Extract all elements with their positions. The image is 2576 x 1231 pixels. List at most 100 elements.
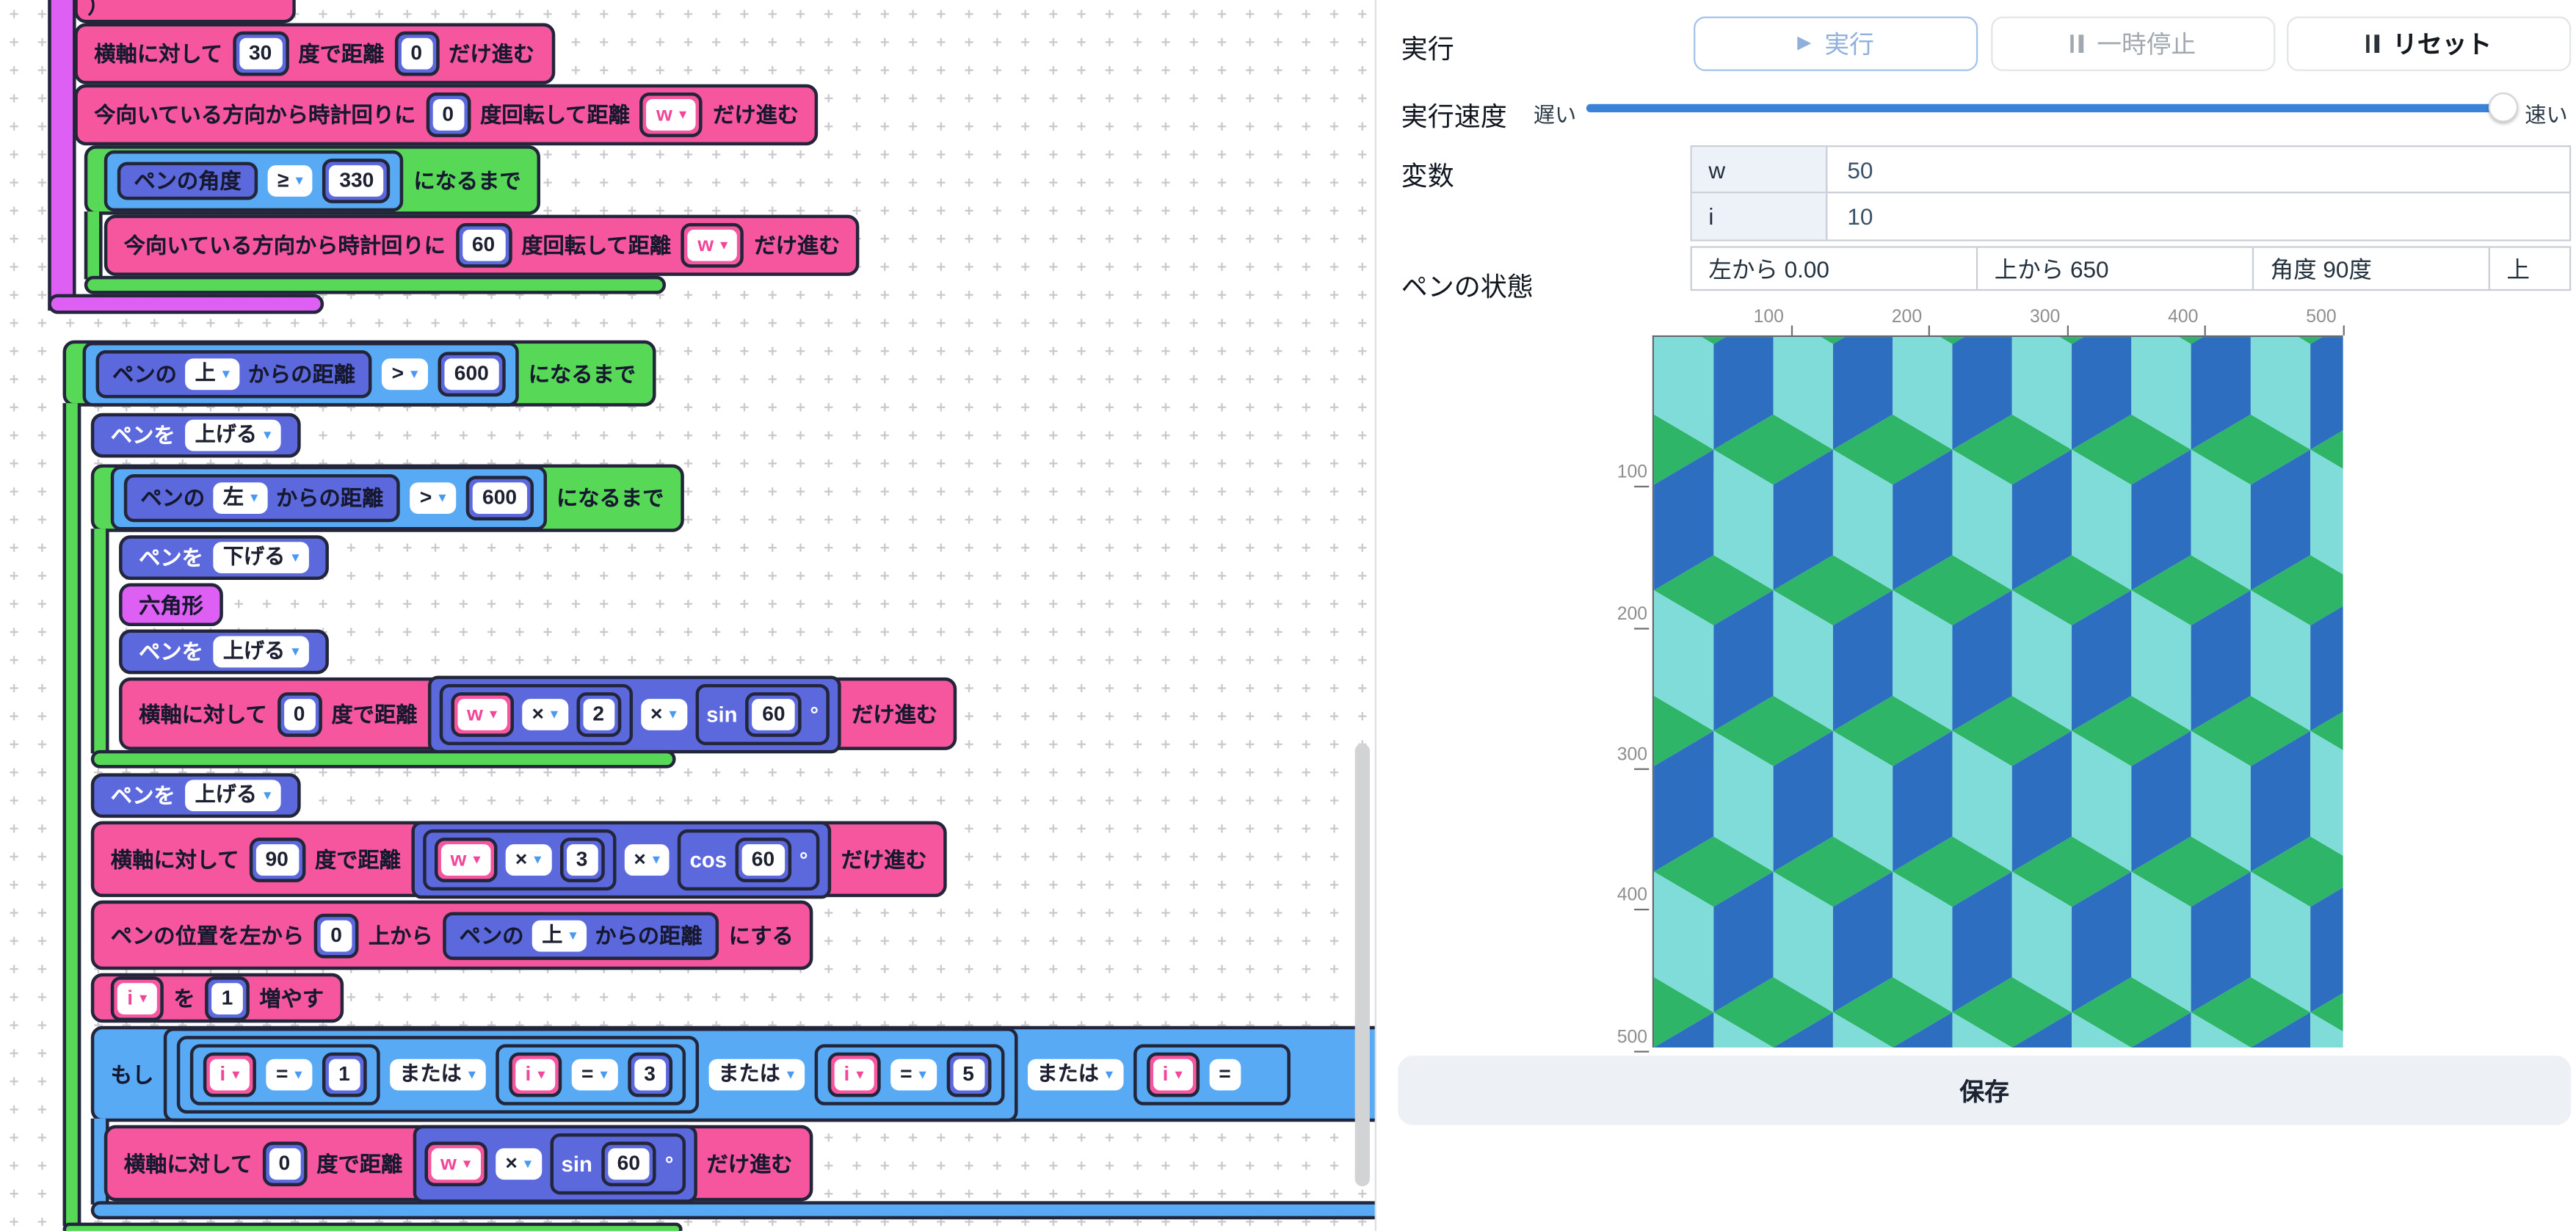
or-group-outer[interactable]: i▾ =▾ 1 または▾ i▾ =▾ 3 または▾ i▾ =▾ 5 xyxy=(164,1027,1017,1121)
comparison-block[interactable]: ペンの 上▾ からの距離 >▾ 600 xyxy=(83,341,519,406)
operator-dropdown[interactable]: ×▾ xyxy=(505,843,551,875)
equals-block[interactable]: i▾ =▾ 5 xyxy=(814,1043,1004,1104)
loop-left-arm[interactable] xyxy=(91,529,109,753)
number-input-60[interactable]: 60 xyxy=(746,691,802,736)
loop-bottom-arm[interactable] xyxy=(63,1223,683,1231)
variable-i-block[interactable]: i▾ xyxy=(111,976,164,1020)
block-if-condition[interactable]: もし i▾ =▾ 1 または▾ i▾ =▾ 3 または▾ xyxy=(91,1026,1376,1122)
operator-dropdown[interactable]: = xyxy=(1209,1058,1241,1090)
number-input-60[interactable]: 60 xyxy=(735,837,791,882)
number-input-600[interactable]: 600 xyxy=(466,476,534,520)
math-expression-block[interactable]: w▾ ×▾ sin 60 ° xyxy=(413,1125,697,1202)
number-input-600[interactable]: 600 xyxy=(438,351,505,396)
block-cut-top[interactable]: ） xyxy=(74,0,296,23)
block-set-pen-position[interactable]: ペンの位置を左から 0 上から ペンの 上▾ からの距離 にする xyxy=(91,901,813,970)
speed-slider-track[interactable] xyxy=(1586,104,2498,112)
number-input-5[interactable]: 5 xyxy=(946,1052,991,1097)
loop-bottom-arm[interactable] xyxy=(91,750,676,769)
sin-block[interactable]: sin 60 ° xyxy=(550,1133,685,1194)
vertical-scrollbar[interactable] xyxy=(1355,744,1370,1186)
number-input-2[interactable]: 2 xyxy=(576,691,621,736)
equals-block[interactable]: i▾ =▾ 1 xyxy=(190,1043,380,1104)
pen-updown-dropdown[interactable]: 下げる▾ xyxy=(213,542,309,573)
block-repeat-until-pen-angle[interactable]: ペンの角度 ≥▾ 330 になるまで xyxy=(84,145,541,215)
variable-i-block[interactable]: i▾ xyxy=(509,1052,562,1097)
operator-dropdown[interactable]: =▾ xyxy=(266,1058,312,1090)
direction-dropdown[interactable]: 上▾ xyxy=(185,357,239,389)
block-pen-down[interactable]: ペンを 下げる▾ xyxy=(119,535,329,580)
reset-button[interactable]: リセット xyxy=(2287,17,2571,71)
pen-updown-dropdown[interactable]: 上げる▾ xyxy=(185,780,281,811)
number-input-90[interactable]: 90 xyxy=(249,837,305,882)
number-input-1[interactable]: 1 xyxy=(322,1052,367,1097)
variable-i-block[interactable]: i▾ xyxy=(1146,1052,1199,1097)
direction-dropdown[interactable]: 左▾ xyxy=(213,482,267,514)
pen-distance-reporter[interactable]: ペンの 上▾ からの距離 xyxy=(443,911,719,959)
pen-updown-dropdown[interactable]: 上げる▾ xyxy=(213,636,309,668)
number-input-60[interactable]: 60 xyxy=(455,223,511,268)
operator-dropdown[interactable]: ≥▾ xyxy=(268,164,313,196)
pen-updown-dropdown[interactable]: 上げる▾ xyxy=(185,420,281,451)
blockly-workspace[interactable]: ） 横軸に対して 30 度で距離 0 だけ進む 今向いている方向から時計回りに … xyxy=(0,0,1376,1231)
variable-w-block[interactable]: w▾ xyxy=(451,691,514,736)
number-input-1[interactable]: 1 xyxy=(205,976,250,1020)
or-dropdown[interactable]: または▾ xyxy=(1027,1058,1123,1090)
variable-w-block[interactable]: w▾ xyxy=(434,837,497,882)
loop-left-arm[interactable] xyxy=(84,211,103,279)
variable-w-block[interactable]: w▾ xyxy=(640,92,703,137)
operator-dropdown[interactable]: =▾ xyxy=(572,1058,618,1090)
function-def-bottom-arm[interactable] xyxy=(48,294,324,314)
sin-block[interactable]: sin 60 ° xyxy=(694,683,830,744)
number-input-3[interactable]: 3 xyxy=(628,1052,672,1097)
number-input-60[interactable]: 60 xyxy=(601,1141,656,1185)
block-move-wsin60[interactable]: 横軸に対して 0 度で距離 w▾ ×▾ sin 60 ° だけ進む xyxy=(104,1125,813,1202)
loop-left-arm[interactable] xyxy=(63,403,81,1226)
variable-w-block[interactable]: w▾ xyxy=(681,223,744,268)
number-input-0[interactable]: 0 xyxy=(277,691,322,736)
or-group-inner[interactable]: i▾ =▾ 1 または▾ i▾ =▾ 3 xyxy=(177,1035,699,1113)
cos-block[interactable]: cos 60 ° xyxy=(678,829,819,890)
direction-dropdown[interactable]: 上▾ xyxy=(532,920,587,951)
operator-dropdown[interactable]: =▾ xyxy=(890,1058,937,1090)
variable-w-block[interactable]: w▾ xyxy=(424,1141,487,1185)
variable-i-block[interactable]: i▾ xyxy=(827,1052,880,1097)
number-input-330[interactable]: 330 xyxy=(323,158,391,203)
block-move-angle-30[interactable]: 横軸に対して 30 度で距離 0 だけ進む xyxy=(74,23,554,84)
block-move-w2sin60[interactable]: 横軸に対して 0 度で距離 w▾ ×▾ 2 ×▾ sin 60 ° だけ進む xyxy=(119,678,957,750)
pen-distance-reporter[interactable]: ペンの 左▾ からの距離 xyxy=(124,474,400,522)
block-turn-0-w[interactable]: 今向いている方向から時計回りに 0 度回転して距離 w▾ だけ進む xyxy=(74,84,819,145)
block-increment-i[interactable]: i▾ を 1 増やす xyxy=(91,973,344,1023)
block-repeat-until-pen-top[interactable]: ペンの 上▾ からの距離 >▾ 600 になるまで xyxy=(63,341,656,407)
comparison-block[interactable]: ペンの角度 ≥▾ 330 xyxy=(104,150,404,211)
or-dropdown[interactable]: または▾ xyxy=(708,1058,805,1090)
if-bottom-arm[interactable] xyxy=(91,1201,1376,1219)
speed-slider-thumb[interactable] xyxy=(2489,92,2519,123)
or-dropdown[interactable]: または▾ xyxy=(390,1058,486,1090)
comparison-block[interactable]: ペンの 左▾ からの距離 >▾ 600 xyxy=(111,466,547,531)
number-input-3[interactable]: 3 xyxy=(559,837,604,882)
multiply-block[interactable]: w▾ ×▾ 2 xyxy=(439,683,632,744)
operator-dropdown[interactable]: >▾ xyxy=(410,482,456,514)
multiply-block[interactable]: w▾ ×▾ 3 xyxy=(422,829,615,890)
operator-dropdown[interactable]: ×▾ xyxy=(496,1147,542,1179)
math-expression-block[interactable]: w▾ ×▾ 2 ×▾ sin 60 ° xyxy=(427,675,842,752)
number-input-0[interactable]: 0 xyxy=(262,1141,307,1185)
function-def-left-arm[interactable] xyxy=(48,0,76,311)
operator-dropdown[interactable]: ×▾ xyxy=(624,843,670,875)
block-turn-60-w[interactable]: 今向いている方向から時計回りに 60 度回転して距離 w▾ だけ進む xyxy=(104,215,860,276)
equals-block-clipped[interactable]: i▾ = xyxy=(1133,1043,1291,1104)
pen-angle-reporter[interactable]: ペンの角度 xyxy=(117,161,258,199)
number-input-0[interactable]: 0 xyxy=(314,913,359,958)
operator-dropdown[interactable]: ×▾ xyxy=(522,698,568,730)
run-button[interactable]: ▶ 実行 xyxy=(1694,17,1978,71)
pen-distance-reporter[interactable]: ペンの 上▾ からの距離 xyxy=(96,349,372,397)
block-pen-up[interactable]: ペンを 上げる▾ xyxy=(119,630,329,675)
operator-dropdown[interactable]: >▾ xyxy=(382,357,428,389)
loop-bottom-arm[interactable] xyxy=(84,276,666,294)
block-pen-up[interactable]: ペンを 上げる▾ xyxy=(91,773,301,818)
equals-block[interactable]: i▾ =▾ 3 xyxy=(496,1043,685,1104)
block-repeat-until-pen-left[interactable]: ペンの 左▾ からの距離 >▾ 600 になるまで xyxy=(91,464,684,531)
math-expression-block[interactable]: w▾ ×▾ 3 ×▾ cos 60 ° xyxy=(410,821,831,898)
block-pen-up[interactable]: ペンを 上げる▾ xyxy=(91,413,301,458)
block-move-w3cos60[interactable]: 横軸に対して 90 度で距離 w▾ ×▾ 3 ×▾ cos 60 ° だけ進む xyxy=(91,821,947,898)
